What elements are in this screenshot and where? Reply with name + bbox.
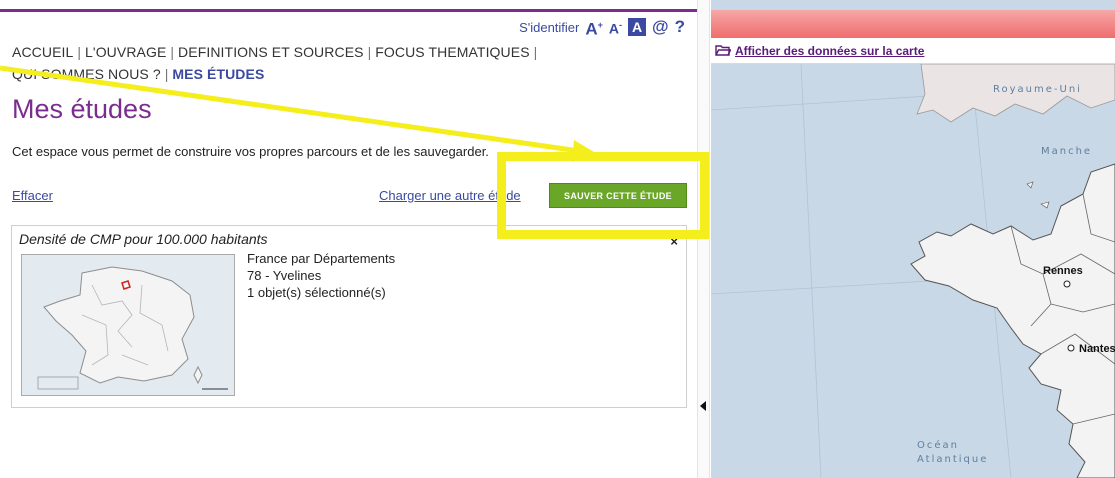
page-intro: Cet espace vous permet de construire vos… xyxy=(12,144,489,159)
collapse-arrow-icon[interactable] xyxy=(700,401,706,411)
map-view[interactable]: Rennes Nantes Royaume-Uni Manche Océan A… xyxy=(711,63,1115,478)
font-smaller-sup: - xyxy=(619,20,623,31)
city-label-rennes: Rennes xyxy=(1043,265,1083,277)
signin-link[interactable]: S'identifier xyxy=(519,20,579,35)
brittany-map: Rennes Nantes Royaume-Uni Manche Océan A… xyxy=(711,63,1115,478)
map-label-atlantique: Atlantique xyxy=(917,454,988,465)
france-map-thumbnail xyxy=(22,255,234,395)
show-map-data-link[interactable]: Afficher des données sur la carte xyxy=(735,44,924,58)
nav-item-definitions[interactable]: DEFINITIONS ET SOURCES xyxy=(178,44,364,60)
contact-button[interactable]: @ xyxy=(652,17,669,37)
top-accent-bar xyxy=(0,9,697,12)
font-smaller-button[interactable]: A- xyxy=(609,15,622,39)
map-panel: Afficher des données sur la carte Rennes… xyxy=(711,0,1115,478)
map-label-uk: Royaume-Uni xyxy=(993,84,1082,95)
nav-item-qui-sommes-nous[interactable]: QUI SOMMES NOUS ? xyxy=(12,66,161,82)
study-count: 1 objet(s) sélectionné(s) xyxy=(247,285,386,300)
map-toolbar: Afficher des données sur la carte xyxy=(711,38,1115,64)
main-nav: ACCUEIL | L'OUVRAGE | DEFINITIONS ET SOURCES… xyxy=(12,41,672,85)
font-smaller-label: A xyxy=(608,20,620,37)
study-map-thumbnail[interactable] xyxy=(21,254,235,396)
map-header-bar xyxy=(711,10,1115,38)
contrast-button[interactable]: A xyxy=(628,18,647,36)
nav-separator: | xyxy=(533,44,538,60)
nav-separator: | xyxy=(367,44,372,60)
toolbar: S'identifier A+ A- A @ ? xyxy=(519,16,685,38)
study-card: Densité de CMP pour 100.000 habitants × … xyxy=(11,225,687,408)
clear-link[interactable]: Effacer xyxy=(12,188,53,203)
study-level: France par Départements xyxy=(247,251,396,266)
city-label-nantes: Nantes xyxy=(1079,343,1115,355)
study-info: France par Départements 78 - Yvelines 1 … xyxy=(247,250,395,301)
annotation-highlight-box xyxy=(497,152,709,239)
nav-separator: | xyxy=(77,44,82,60)
help-button[interactable]: ? xyxy=(675,17,685,37)
font-bigger-label: A xyxy=(585,19,598,39)
left-panel: S'identifier A+ A- A @ ? ACCUEIL | L'OUVRA… xyxy=(0,0,697,478)
nav-separator: | xyxy=(164,66,169,82)
nav-item-mes-etudes[interactable]: MES ÉTUDES xyxy=(172,66,264,82)
page-title: Mes études xyxy=(12,94,152,124)
map-label-manche: Manche xyxy=(1041,146,1092,157)
nav-item-focus[interactable]: FOCUS THEMATIQUES xyxy=(375,44,529,60)
folder-open-icon xyxy=(715,45,731,56)
font-bigger-sup: + xyxy=(597,19,603,30)
nav-item-ouvrage[interactable]: L'OUVRAGE xyxy=(85,44,166,60)
study-card-title: Densité de CMP pour 100.000 habitants xyxy=(19,231,268,247)
nav-item-accueil[interactable]: ACCUEIL xyxy=(12,44,73,60)
map-label-ocean: Océan xyxy=(917,439,959,451)
study-selection: 78 - Yvelines xyxy=(247,268,322,283)
font-bigger-button[interactable]: A+ xyxy=(585,15,603,40)
nav-separator: | xyxy=(170,44,175,60)
